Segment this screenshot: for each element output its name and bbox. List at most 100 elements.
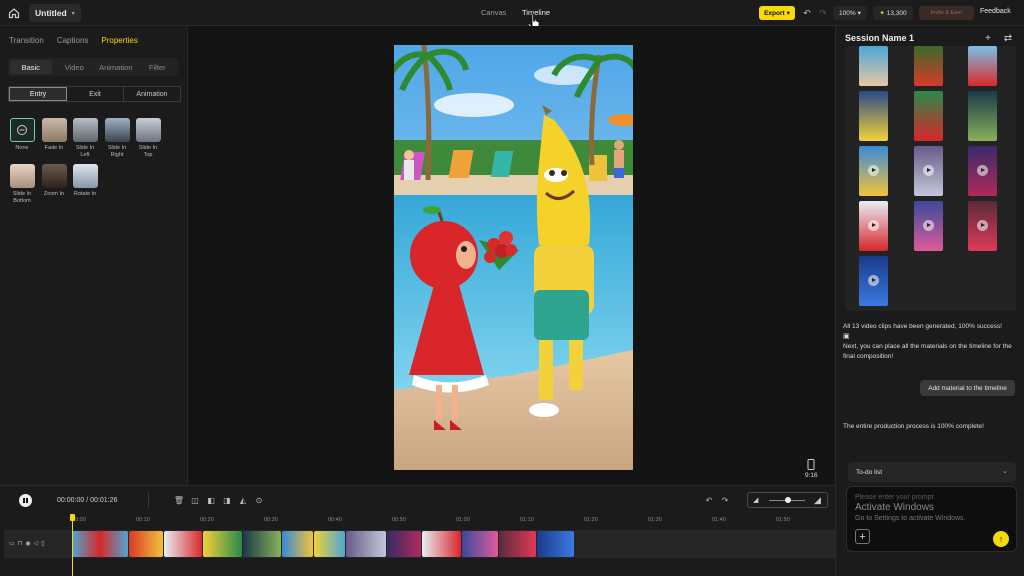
clip-thumbnail[interactable] <box>914 146 943 196</box>
trash-icon[interactable]: ▯ <box>41 540 44 547</box>
time-ruler[interactable]: 00:00 00:10 00:20 00:30 00:40 00:50 01:0… <box>72 514 832 524</box>
aspect-ratio-toggle[interactable]: 9:16 <box>805 459 818 479</box>
ruler-tick: 01:40 <box>712 517 726 523</box>
clip-thumbnail[interactable] <box>914 91 943 141</box>
send-button[interactable]: ↑ <box>993 531 1009 547</box>
lock-icon[interactable]: ⊓ <box>18 540 23 547</box>
zoom-knob[interactable] <box>785 497 791 503</box>
clip-thumbnail[interactable] <box>914 201 943 251</box>
timeline-clip[interactable] <box>72 531 129 557</box>
undo-icon[interactable]: ↶ <box>705 496 713 505</box>
zoom-in-icon[interactable]: ◢ <box>814 495 821 506</box>
animation-preset-slide-in-top[interactable]: Slide In Top <box>134 118 162 158</box>
clip-thumbnail[interactable] <box>968 201 997 251</box>
subtab-animation[interactable]: Animation <box>95 58 137 76</box>
clip-thumbnail[interactable] <box>859 201 888 251</box>
zoom-out-icon[interactable]: ◢ <box>753 496 758 504</box>
animation-preset-slide-in-left[interactable]: Slide In Left <box>71 118 99 158</box>
playhead-handle[interactable] <box>70 514 75 521</box>
animation-preset-slide-in-bottom[interactable]: Slide In Bottom <box>8 164 36 204</box>
animation-preset-rotate-in[interactable]: Rotate In <box>71 164 99 198</box>
ruler-tick: 01:50 <box>776 517 790 523</box>
timeline-clip[interactable] <box>313 531 346 557</box>
clip-thumbnail[interactable] <box>859 46 888 86</box>
pause-button[interactable] <box>19 494 32 507</box>
subtab-basic[interactable]: Basic <box>10 60 52 74</box>
timeline-clip[interactable] <box>129 531 164 557</box>
new-session-icon[interactable]: + <box>982 32 994 44</box>
redo-icon[interactable]: ↷ <box>721 496 729 505</box>
subtab-filter[interactable]: Filter <box>137 58 179 76</box>
clip-thumbnail[interactable] <box>968 46 997 86</box>
home-icon[interactable] <box>6 5 22 21</box>
tab-transition[interactable]: Transition <box>9 36 44 45</box>
speed-icon[interactable]: ⊙ <box>255 496 263 505</box>
todo-list-dropdown[interactable]: To-do list ⌄ <box>848 462 1016 482</box>
tab-properties[interactable]: Properties <box>101 36 137 45</box>
tab-captions[interactable]: Captions <box>57 36 89 45</box>
aspect-ratio-label: 9:16 <box>805 472 818 479</box>
video-preview[interactable] <box>394 45 633 470</box>
assistant-message-1: All 13 video clips have been generated, … <box>843 322 1021 362</box>
invite-earn-button[interactable]: Invite & Earn <box>919 6 974 20</box>
clip-thumbnail[interactable] <box>859 146 888 196</box>
clip-thumbnail[interactable] <box>859 256 888 306</box>
animation-preset-none[interactable]: None <box>8 118 36 152</box>
tab-canvas[interactable]: Canvas <box>481 8 506 17</box>
animation-preset-fade-in[interactable]: Fade In <box>40 118 68 152</box>
subtab-video[interactable]: Video <box>54 58 96 76</box>
segment-entry[interactable]: Entry <box>9 87 67 101</box>
timeline-clip[interactable] <box>346 531 386 557</box>
timeline-clip[interactable] <box>462 531 498 557</box>
clip-thumbnail[interactable] <box>968 91 997 141</box>
ruler-tick: 00:30 <box>264 517 278 523</box>
timeline-clip[interactable] <box>164 531 202 557</box>
attach-button[interactable]: + <box>855 529 870 544</box>
animation-preset-zoom-in[interactable]: Zoom In <box>40 164 68 198</box>
export-button[interactable]: Export ▾ <box>759 6 795 20</box>
clip-thumbnail[interactable] <box>968 146 997 196</box>
undo-icon[interactable]: ↶ <box>801 7 813 19</box>
spark-icon: ✦ <box>879 10 885 17</box>
zoom-dropdown[interactable]: 100% ▾ <box>833 6 867 20</box>
prompt-input[interactable]: Please enter your prompt Activate Window… <box>846 486 1017 552</box>
clip-thumbnail[interactable] <box>914 46 943 86</box>
play-icon <box>868 165 879 176</box>
play-icon <box>923 165 934 176</box>
segment-exit[interactable]: Exit <box>67 87 124 101</box>
redo-icon[interactable]: ↷ <box>817 7 829 19</box>
preset-thumbnail <box>72 164 98 188</box>
split-icon[interactable]: ◫ <box>191 496 199 505</box>
eye-icon[interactable]: ◉ <box>25 540 30 547</box>
ruler-tick: 01:00 <box>456 517 470 523</box>
trim-right-icon[interactable]: ◨ <box>223 496 231 505</box>
speaker-icon[interactable]: ◁ <box>34 540 39 547</box>
play-icon <box>977 220 988 231</box>
timeline-clip[interactable] <box>281 531 313 557</box>
none-icon <box>9 118 35 142</box>
timeline-clip[interactable] <box>386 531 421 557</box>
export-label: Export <box>764 9 785 17</box>
timeline-clip[interactable] <box>421 531 462 557</box>
timeline-clip[interactable] <box>202 531 243 557</box>
clip-thumbnail[interactable] <box>859 91 888 141</box>
delete-icon[interactable]: 🗑 <box>174 496 184 505</box>
add-material-button[interactable]: Add material to the timeline <box>920 380 1015 396</box>
canvas-stage: 9:16 <box>188 26 835 485</box>
timeline-clip[interactable] <box>498 531 537 557</box>
trim-left-icon[interactable]: ◧ <box>207 496 215 505</box>
preset-label: Rotate In <box>73 191 97 197</box>
video-camera-icon[interactable]: ▭ <box>9 540 15 547</box>
timeline-zoom-slider[interactable]: ◢ ◢ <box>747 492 828 508</box>
message-text: All 13 video clips have been generated, … <box>843 323 1002 330</box>
mirror-icon[interactable]: ◭ <box>239 496 247 505</box>
project-title-dropdown[interactable]: Untitled ▾ <box>29 4 81 22</box>
playhead[interactable] <box>72 514 73 576</box>
segment-animation[interactable]: Animation <box>124 87 180 101</box>
timeline-clip[interactable] <box>243 531 281 557</box>
swap-icon[interactable]: ⇄ <box>1002 32 1014 44</box>
feedback-link[interactable]: Feedback <box>980 8 1011 15</box>
credits-counter[interactable]: ✦ 13,300 <box>873 6 913 20</box>
animation-preset-slide-in-right[interactable]: Slide In Right <box>103 118 131 158</box>
timeline-clip[interactable] <box>537 531 574 557</box>
